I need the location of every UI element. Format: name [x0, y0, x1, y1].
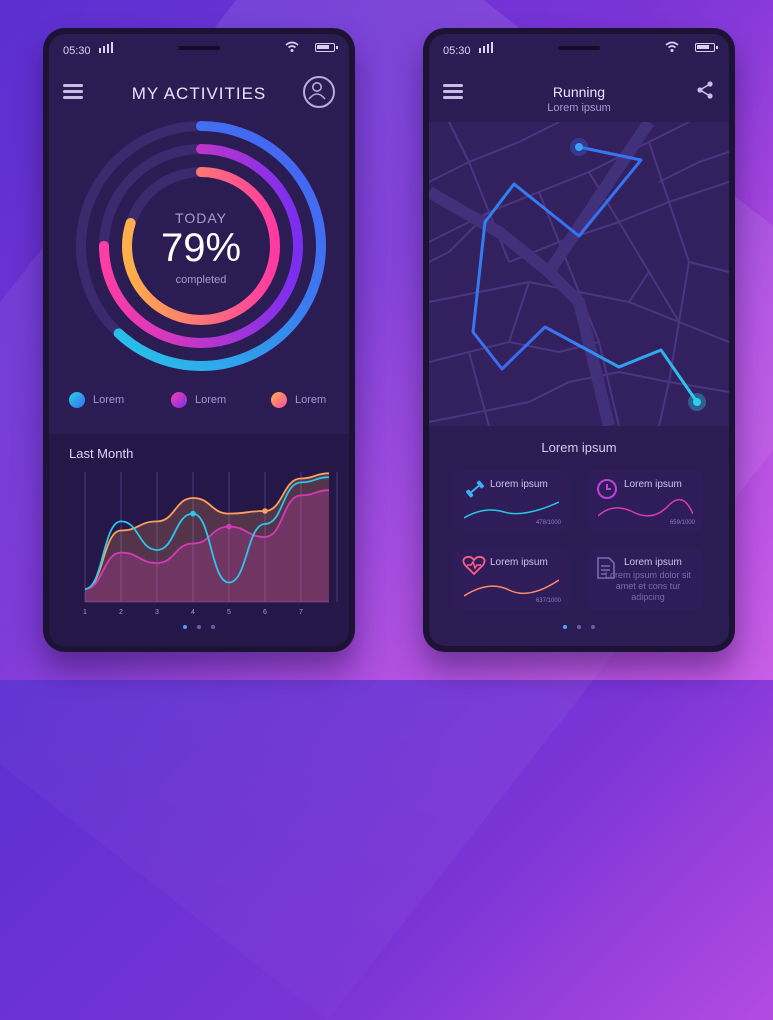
card-sparkline [598, 498, 693, 517]
page-title: Running [552, 84, 606, 100]
activities-screen: 05:30 MY ACTIVITIES TODAY 79% completed … [49, 34, 349, 646]
phone-running: 05:30 Running Lorem ipsum Lorem ipsum Lo… [423, 28, 735, 652]
ring-legend: Lorem Lorem Lorem [69, 392, 335, 416]
card-title: Lorem ipsum [624, 479, 682, 490]
card-title: Lorem ipsum [624, 557, 682, 568]
speaker-notch [178, 46, 220, 50]
page-dot[interactable] [183, 625, 187, 629]
legend-label: Lorem [295, 394, 327, 406]
x-tick-label: 5 [227, 609, 231, 616]
dumbbell-icon [465, 480, 485, 498]
x-tick-label: 4 [191, 609, 195, 616]
legend-dot-orange [271, 392, 287, 408]
legend-label: Lorem [93, 394, 125, 406]
card-value: 637/1000 [535, 598, 561, 604]
x-tick-label: 6 [263, 609, 267, 616]
page-dot[interactable] [577, 625, 581, 629]
share-icon[interactable] [695, 80, 715, 100]
phone-activities: 05:30 MY ACTIVITIES TODAY 79% completed … [43, 28, 355, 652]
running-screen: 05:30 Running Lorem ipsum Lorem ipsum Lo… [429, 34, 729, 646]
status-time: 05:30 [443, 45, 471, 57]
card-description: Lorem ipsum dolor sit amet et cons tur a… [604, 570, 692, 602]
x-tick-label: 7 [299, 609, 303, 616]
data-point [262, 508, 268, 514]
chart-title: Last Month [69, 446, 134, 461]
x-tick-label: 3 [155, 609, 159, 616]
x-tick-label: 2 [119, 609, 123, 616]
status-bar: 05:30 [49, 34, 349, 66]
last-month-chart: 1 2 3 4 5 6 7 [83, 472, 338, 616]
stats-section-title: Lorem ipsum [541, 440, 617, 455]
card-title: Lorem ipsum [490, 557, 548, 568]
signal-icon [99, 42, 113, 53]
x-tick-label: 1 [83, 609, 87, 616]
stat-card-heart[interactable]: Lorem ipsum 637/1000 [454, 548, 569, 610]
page-dot[interactable] [211, 625, 215, 629]
card-value: 659/1000 [669, 520, 695, 526]
wifi-icon [665, 41, 679, 52]
battery-icon [315, 43, 338, 52]
signal-icon [479, 42, 493, 53]
data-point [190, 510, 196, 517]
speaker-notch [558, 46, 600, 50]
page-indicator [429, 616, 729, 634]
wifi-icon [285, 41, 299, 52]
card-title: Lorem ipsum [490, 479, 548, 490]
today-label: TODAY [175, 210, 227, 226]
legend-item: Lorem [69, 392, 124, 408]
legend-label: Lorem [195, 394, 227, 406]
legend-item: Lorem [271, 392, 326, 408]
route-map[interactable] [429, 122, 729, 426]
card-value: 478/1000 [535, 520, 561, 526]
page-subtitle: Lorem ipsum [547, 102, 611, 114]
activities-header: MY ACTIVITIES [49, 66, 349, 122]
card-sparkline [464, 501, 559, 519]
legend-dot-blue [69, 392, 85, 408]
completion-percent: 79% [160, 226, 242, 270]
stat-card-time[interactable]: Lorem ipsum 659/1000 [588, 470, 703, 532]
page-indicator [49, 616, 349, 634]
map-graphic [429, 122, 729, 426]
stat-card-workout[interactable]: Lorem ipsum 478/1000 [454, 470, 569, 532]
page-dot[interactable] [591, 625, 595, 629]
heart-rate-icon [462, 555, 486, 576]
data-point [226, 523, 232, 530]
legend-item: Lorem [171, 392, 226, 408]
page-dot[interactable] [197, 625, 201, 629]
last-month-panel: Last Month 1 2 3 4 5 6 7 [49, 434, 349, 646]
status-time: 05:30 [63, 45, 91, 57]
status-bar: 05:30 [429, 34, 729, 66]
page-dot[interactable] [563, 625, 567, 629]
stat-card-notes[interactable]: Lorem ipsum Lorem ipsum dolor sit amet e… [588, 548, 703, 610]
legend-dot-magenta [171, 392, 187, 408]
completed-label: completed [175, 274, 227, 286]
profile-icon[interactable] [303, 76, 335, 108]
running-header: Running Lorem ipsum [429, 66, 729, 122]
activity-rings: TODAY 79% completed [71, 116, 331, 376]
card-sparkline [464, 579, 559, 597]
battery-icon [695, 43, 718, 52]
